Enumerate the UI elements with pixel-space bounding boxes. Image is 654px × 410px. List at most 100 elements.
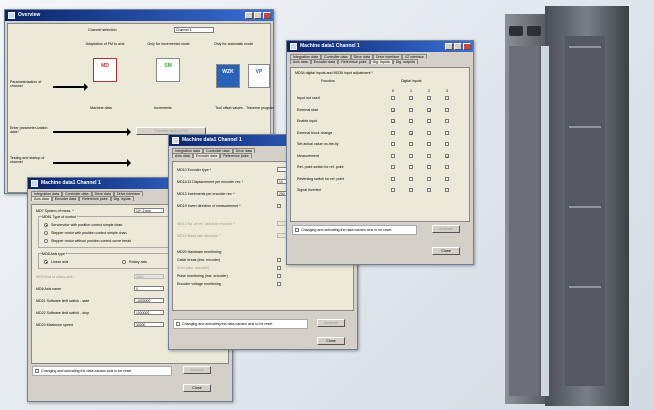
tab-dig-inputs[interactable]: Dig. Inputs bbox=[369, 59, 393, 64]
tab-dig-outputs[interactable]: Dig. outputs bbox=[392, 59, 418, 64]
close-icon[interactable] bbox=[263, 12, 271, 19]
digital-activate-button[interactable]: Activate bbox=[432, 225, 460, 233]
input-1-checkbox[interactable] bbox=[409, 176, 413, 181]
input-1-checkbox[interactable] bbox=[409, 153, 413, 158]
md7-label: MD7 System of meas. * bbox=[36, 209, 74, 213]
digital-titlebar[interactable]: Machine data1 Channel 1 bbox=[287, 41, 473, 52]
encoder-close-button[interactable]: Close bbox=[317, 337, 345, 345]
function-label: Reversing switch for ref. point bbox=[297, 176, 345, 181]
md19-checkbox[interactable] bbox=[277, 204, 281, 208]
maximize-icon[interactable] bbox=[454, 43, 462, 50]
axis-close-button[interactable]: Close bbox=[183, 384, 211, 392]
linear-radio[interactable] bbox=[44, 260, 48, 264]
window-title: Machine data1 Channel 1 bbox=[300, 43, 360, 49]
md23-field[interactable]: 30000 bbox=[134, 322, 164, 327]
tab-reference[interactable]: Reference point bbox=[79, 196, 111, 201]
function-label: Ref. point switch for ref. point bbox=[297, 165, 344, 169]
input-0-checkbox[interactable]: ✓ bbox=[391, 119, 395, 124]
tab-reference[interactable]: Reference point bbox=[220, 153, 252, 158]
abs-error-label: Error (abs. encoder) bbox=[177, 266, 210, 270]
label-strip bbox=[541, 46, 549, 396]
increments-icon[interactable]: SM bbox=[156, 58, 180, 82]
md20-label: MD20 Hardware monitoring: bbox=[177, 250, 222, 254]
input-0-checkbox[interactable] bbox=[391, 176, 395, 181]
maximize-icon[interactable] bbox=[254, 12, 262, 19]
input-2-checkbox[interactable] bbox=[427, 130, 431, 135]
minimize-icon[interactable] bbox=[245, 12, 253, 19]
input-2-checkbox[interactable] bbox=[427, 165, 431, 169]
digital-note: Changing and activating the data causes … bbox=[301, 228, 393, 232]
input-2-checkbox[interactable]: ✓ bbox=[427, 107, 431, 112]
input-0-checkbox[interactable] bbox=[391, 165, 395, 169]
md9-field[interactable]: 3600 bbox=[134, 274, 164, 279]
vent-line bbox=[569, 286, 601, 288]
input-3-checkbox[interactable] bbox=[445, 142, 449, 146]
voltage-monitoring-checkbox[interactable] bbox=[277, 282, 281, 286]
window-controls bbox=[245, 12, 271, 19]
input-2-checkbox[interactable] bbox=[427, 188, 431, 192]
input-3-checkbox[interactable] bbox=[445, 165, 449, 169]
input-0-checkbox[interactable] bbox=[391, 142, 395, 146]
tab-reference[interactable]: Reference point bbox=[338, 59, 370, 64]
input-0-checkbox[interactable] bbox=[391, 96, 395, 100]
input-3-checkbox[interactable] bbox=[445, 130, 449, 135]
tab-encoder[interactable]: Encoder data bbox=[310, 59, 339, 64]
overview-titlebar[interactable]: Overview bbox=[5, 10, 273, 21]
machine-data-icon[interactable]: MD bbox=[93, 58, 117, 82]
md6-field[interactable]: X bbox=[134, 286, 164, 291]
axis-reset-checkbox[interactable] bbox=[35, 369, 39, 373]
tool-offset-icon[interactable]: WZK bbox=[216, 64, 240, 88]
tab-axis[interactable]: Axis data bbox=[290, 59, 311, 64]
tab-encoder[interactable]: Encoder data bbox=[192, 153, 221, 158]
input-1-checkbox[interactable] bbox=[409, 188, 413, 192]
tab-encoder[interactable]: Encoder data bbox=[51, 196, 80, 201]
input-2-checkbox[interactable] bbox=[427, 96, 431, 100]
pulse-monitoring-checkbox[interactable] bbox=[277, 274, 281, 278]
encoder-note: Changing and activating the data causes … bbox=[182, 322, 274, 326]
input-1-checkbox[interactable] bbox=[409, 165, 413, 169]
input-1-checkbox[interactable] bbox=[409, 96, 413, 100]
input-1-checkbox[interactable]: ✓ bbox=[409, 130, 413, 135]
abs-error-checkbox[interactable] bbox=[277, 266, 281, 270]
md21-field[interactable]: -1000000 bbox=[134, 298, 164, 303]
input-1-checkbox[interactable] bbox=[409, 142, 413, 146]
input-3-checkbox[interactable] bbox=[445, 96, 449, 100]
servo-radio[interactable] bbox=[44, 223, 48, 227]
cable-break-checkbox[interactable] bbox=[277, 258, 281, 262]
channel-select[interactable]: Channel 1 bbox=[174, 27, 214, 33]
encoder-activate-button[interactable]: Activate bbox=[317, 319, 345, 327]
stepper-radio[interactable] bbox=[44, 231, 48, 235]
input-3-checkbox[interactable] bbox=[445, 107, 449, 112]
tab-dig-inputs[interactable]: Dig. inputs bbox=[110, 196, 134, 201]
encoder-reset-checkbox[interactable] bbox=[176, 322, 180, 326]
traverse-program-icon[interactable]: VP bbox=[248, 64, 270, 88]
input-0-checkbox[interactable] bbox=[391, 130, 395, 135]
input-1-checkbox[interactable] bbox=[409, 119, 413, 123]
rotary-radio[interactable] bbox=[122, 260, 126, 264]
input-3-checkbox[interactable]: ✓ bbox=[445, 153, 449, 158]
close-icon[interactable] bbox=[463, 43, 471, 50]
input-1-checkbox[interactable] bbox=[409, 107, 413, 112]
minimize-icon[interactable] bbox=[445, 43, 453, 50]
input-2-checkbox[interactable] bbox=[427, 153, 431, 158]
input-3-checkbox[interactable] bbox=[445, 119, 449, 123]
input-0-checkbox[interactable] bbox=[391, 153, 395, 158]
tab-axis[interactable]: Axis data bbox=[31, 196, 52, 201]
input-2-checkbox[interactable] bbox=[427, 176, 431, 181]
input-2-checkbox[interactable] bbox=[427, 119, 431, 123]
input-2-checkbox[interactable] bbox=[427, 142, 431, 146]
md13-label: MD13 Increments per encoder rev. * bbox=[177, 192, 235, 196]
md7-select[interactable]: 10^-3 mm bbox=[134, 208, 164, 213]
stepper-nocontrol-radio[interactable] bbox=[44, 239, 48, 243]
tab-axis[interactable]: Axis data bbox=[172, 153, 193, 158]
input-3-checkbox[interactable] bbox=[445, 176, 449, 181]
input-3-checkbox[interactable] bbox=[445, 188, 449, 192]
md22-field[interactable]: 1000000 bbox=[134, 310, 164, 315]
digital-close-button[interactable]: Close bbox=[432, 247, 460, 255]
axis-activate-button[interactable]: Activate bbox=[183, 366, 211, 374]
arrow-icon bbox=[53, 159, 131, 167]
col-automatic-label: Only for automatic mode bbox=[214, 42, 254, 46]
input-0-checkbox[interactable] bbox=[391, 188, 395, 192]
digital-reset-checkbox[interactable] bbox=[295, 228, 299, 232]
input-0-checkbox[interactable]: ✓ bbox=[391, 107, 395, 112]
